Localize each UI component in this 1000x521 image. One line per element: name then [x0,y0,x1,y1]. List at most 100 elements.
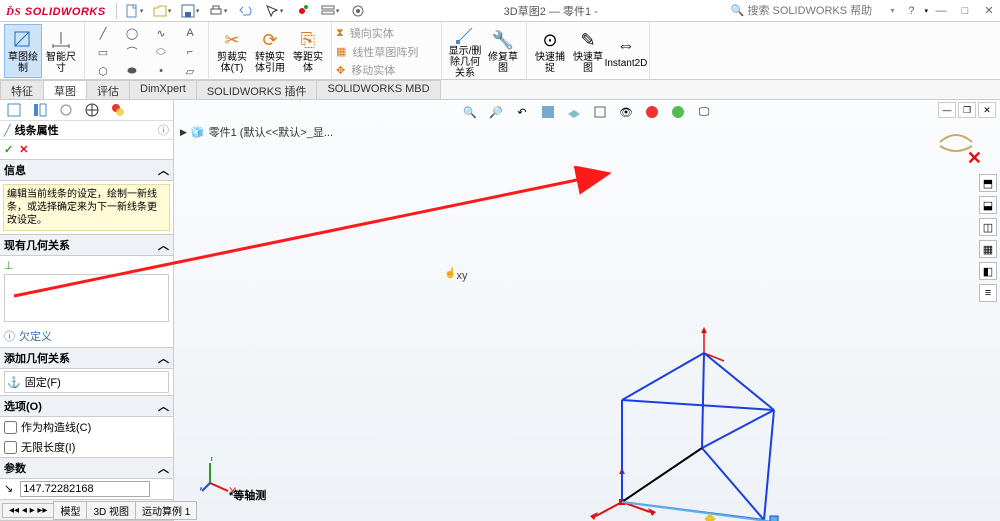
text-tool[interactable]: A [176,24,204,42]
instant2d-icon: ⇔ [614,34,638,58]
tab-feature[interactable]: 特征 [0,80,44,99]
search-input[interactable] [747,5,887,17]
rebuild-button[interactable] [289,1,315,21]
select-button[interactable]: ▾ [261,1,287,21]
tab-evaluate[interactable]: 评估 [86,80,130,99]
construction-checkbox[interactable]: 作为构造线(C) [0,417,173,437]
zoom-fit-button[interactable]: 🔍 [459,102,481,122]
help-button[interactable]: ? [900,2,922,20]
pm-existing-header: 现有几何关系 [4,237,70,253]
sketch-icon [11,28,35,52]
rapid-sketch-button[interactable]: ✎ 快速草 图 [569,24,607,78]
tab-mbd[interactable]: SOLIDWORKS MBD [316,80,440,99]
rect-tool[interactable]: ▭ [89,43,117,61]
trim-button[interactable]: ✂ 剪裁实 体(T) [213,24,251,78]
mirror-button[interactable]: 镜向实体 [350,25,394,41]
repair-sketch-button[interactable]: 🔧 修复草 图 [484,24,522,78]
section-view-button[interactable] [537,102,559,122]
breadcrumb-arrow[interactable]: ▶ [180,127,187,138]
exit-sketch-button[interactable]: 草图绘 制 [4,24,42,78]
side-btn-5[interactable]: ◧ [979,262,997,280]
move-icon: ✥ [336,64,345,77]
point-tool[interactable]: • [147,62,175,80]
display-relations-button[interactable]: 显示/删 除几何 关系 [446,24,484,78]
close-button[interactable]: ✕ [978,2,1000,20]
instant2d-button[interactable]: ⇔ Instant2D [607,24,645,78]
side-btn-3[interactable]: ◫ [979,218,997,236]
help-icon[interactable]: ⓘ [158,122,169,138]
minimize-button[interactable]: — [930,2,952,20]
options-button[interactable]: ▾ [317,1,343,21]
bottom-tab-motion[interactable]: 运动算例 1 [135,501,197,520]
infinite-checkbox[interactable]: 无限长度(I) [0,437,173,457]
fix-relation-button[interactable]: ⚓固定(F) [4,371,169,393]
fillet-tool[interactable]: ⌐ [176,43,204,61]
slot-tool[interactable]: ⬬ [118,62,146,80]
undo-button[interactable] [233,1,259,21]
side-btn-2[interactable]: ⬓ [979,196,997,214]
part-icon: 🧊 [191,126,205,139]
ellipse-tool[interactable]: ⬭ [147,43,175,61]
side-btn-4[interactable]: ▦ [979,240,997,258]
collapse-icon[interactable]: ︿ [158,460,169,476]
ok-button[interactable]: ✓ [4,143,13,156]
settings-button[interactable] [345,1,371,21]
collapse-icon[interactable]: ︿ [158,237,169,253]
scene-button[interactable] [667,102,689,122]
smart-dimension-button[interactable]: 智能尺 寸 [42,24,80,78]
polygon-tool[interactable]: ⬡ [89,62,117,80]
zoom-area-button[interactable]: 🔎 [485,102,507,122]
prev-view-button[interactable]: ↶ [511,102,533,122]
panel-tab-property[interactable] [28,100,52,120]
tab-dimxpert[interactable]: DimXpert [129,80,197,99]
save-button[interactable]: ▾ [177,1,203,21]
collapse-icon[interactable]: ︿ [158,162,169,178]
hide-show-button[interactable]: 👁 [615,102,637,122]
panel-tab-feature-tree[interactable] [2,100,26,120]
maximize-button[interactable]: □ [954,2,976,20]
quick-snap-button[interactable]: ⊙ 快速捕 捉 [531,24,569,78]
display-style-button[interactable] [589,102,611,122]
vp-minimize[interactable]: — [938,102,956,118]
panel-tab-config[interactable] [54,100,78,120]
new-button[interactable]: ▾ [121,1,147,21]
relations-icon [453,24,477,46]
side-btn-1[interactable]: ⬒ [979,174,997,192]
open-button[interactable]: ▾ [149,1,175,21]
panel-tab-appearance[interactable] [106,100,130,120]
length-input[interactable] [20,481,150,497]
bottom-tab-3dview[interactable]: 3D 视图 [86,501,136,520]
bottom-tab-model[interactable]: 模型 [53,501,87,520]
collapse-icon[interactable]: ︿ [158,398,169,414]
tab-sketch[interactable]: 草图 [43,80,87,99]
side-btn-6[interactable]: ≡ [979,284,997,302]
appearance-button[interactable] [641,102,663,122]
search-box[interactable]: 🔍 ▾ [731,4,895,17]
offset-button[interactable]: ⎘ 等距实 体 [289,24,327,78]
collapse-icon[interactable]: ︿ [158,350,169,366]
view-orient-button[interactable] [563,102,585,122]
view-toolbar: 🔍 🔎 ↶ 👁 🖵 [459,102,715,122]
vp-close[interactable]: ✕ [978,102,996,118]
sketch-tools-grid: ╱ ◯ ∿ A ▭ ⌒ ⬭ ⌐ ⬡ ⬬ • ▱ [89,24,204,80]
line-tool[interactable]: ╱ [89,24,117,42]
arc-tool[interactable]: ⌒ [118,43,146,61]
pattern-button[interactable]: 线性草图阵列 [352,44,418,60]
dimension-icon [49,28,73,52]
spline-tool[interactable]: ∿ [147,24,175,42]
convert-button[interactable]: ⟳ 转换实 体引用 [251,24,289,78]
move-button[interactable]: 移动实体 [351,62,395,78]
vp-restore[interactable]: ❐ [958,102,976,118]
print-button[interactable]: ▾ [205,1,231,21]
bottom-nav-left[interactable]: ◂◂ ◂ ▸ ▸▸ [2,503,54,518]
close-sketch-icon[interactable]: ✕ [967,148,982,169]
tab-addins[interactable]: SOLIDWORKS 插件 [196,80,318,99]
relations-list[interactable] [4,274,169,322]
cancel-button[interactable]: ✕ [19,143,28,156]
view-settings-button[interactable]: 🖵 [693,102,715,122]
panel-tab-dim[interactable] [80,100,104,120]
graphics-viewport[interactable]: 🔍 🔎 ↶ 👁 🖵 — ❐ ✕ ▶ 🧊 零件1 (默认<<默认>_显... ✕ [174,100,1000,521]
breadcrumb-part[interactable]: 零件1 (默认<<默认>_显... [209,124,333,140]
plane-tool[interactable]: ▱ [176,62,204,80]
circle-tool[interactable]: ◯ [118,24,146,42]
